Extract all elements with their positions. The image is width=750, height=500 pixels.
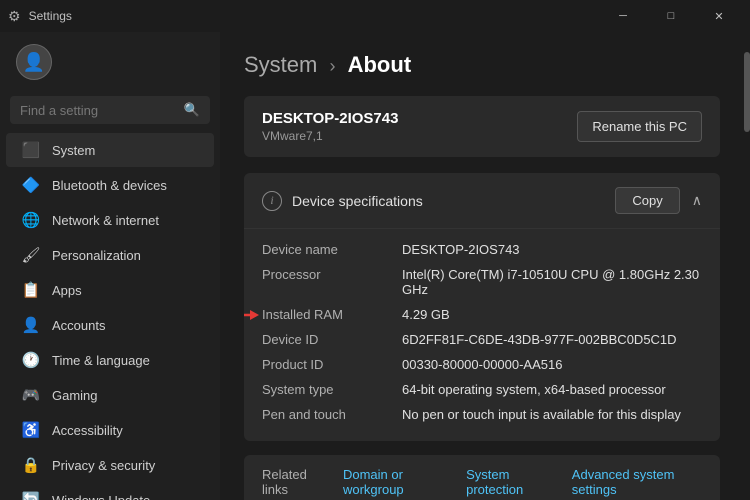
sidebar-item-bluetooth[interactable]: 🔷 Bluetooth & devices xyxy=(6,168,214,202)
related-links-row: Related links Domain or workgroup System … xyxy=(244,455,720,500)
update-icon: 🔄 xyxy=(22,491,40,500)
sidebar-item-apps[interactable]: 📋 Apps xyxy=(6,273,214,307)
rename-pc-button[interactable]: Rename this PC xyxy=(577,111,702,142)
breadcrumb: System › About xyxy=(244,52,720,78)
spec-value: Intel(R) Core(TM) i7-10510U CPU @ 1.80GH… xyxy=(402,267,702,297)
sidebar-item-network[interactable]: 🌐 Network & internet xyxy=(6,203,214,237)
spec-label: Product ID xyxy=(262,357,402,372)
breadcrumb-current: About xyxy=(348,52,412,77)
sidebar: 👤 🔍 ⬛ System 🔷 Bluetooth & devices 🌐 Net… xyxy=(0,32,220,500)
search-input[interactable] xyxy=(20,103,176,118)
scrollbar-thumb[interactable] xyxy=(744,52,750,132)
privacy-icon: 🔒 xyxy=(22,456,40,474)
spec-value: 4.29 GB xyxy=(402,307,702,322)
device-specs-header-right: Copy ∧ xyxy=(615,187,702,214)
spec-label: Device name xyxy=(262,242,402,257)
accessibility-icon: ♿ xyxy=(22,421,40,439)
minimize-button[interactable]: ─ xyxy=(600,0,646,32)
sidebar-item-label-bluetooth: Bluetooth & devices xyxy=(52,178,167,193)
sidebar-item-label-privacy: Privacy & security xyxy=(52,458,155,473)
personalization-icon: 🖌 xyxy=(22,246,40,264)
sidebar-item-label-gaming: Gaming xyxy=(52,388,98,403)
system-icon: ⬛ xyxy=(22,141,40,159)
titlebar-title: Settings xyxy=(29,9,72,23)
device-specs-title: Device specifications xyxy=(292,193,423,209)
spec-label: Pen and touch xyxy=(262,407,402,422)
close-button[interactable]: ✕ xyxy=(696,0,742,32)
spec-value: 64-bit operating system, x64-based proce… xyxy=(402,382,702,397)
breadcrumb-parent: System xyxy=(244,52,317,77)
sidebar-item-label-personalization: Personalization xyxy=(52,248,141,263)
sidebar-header: 👤 xyxy=(0,32,220,92)
scrollbar-track[interactable] xyxy=(744,32,750,500)
pc-info: DESKTOP-2IOS743 VMware7,1 xyxy=(262,110,398,143)
spec-label: System type xyxy=(262,382,402,397)
titlebar-left: ⚙ Settings xyxy=(8,8,72,25)
spec-row: System type 64-bit operating system, x64… xyxy=(262,377,702,402)
sidebar-item-label-system: System xyxy=(52,143,95,158)
sidebar-item-label-network: Network & internet xyxy=(52,213,159,228)
accounts-icon: 👤 xyxy=(22,316,40,334)
avatar[interactable]: 👤 xyxy=(16,44,52,80)
spec-row: Processor Intel(R) Core(TM) i7-10510U CP… xyxy=(262,262,702,302)
network-icon: 🌐 xyxy=(22,211,40,229)
related-links-list: Domain or workgroup System protection Adva… xyxy=(343,467,702,497)
time-icon: 🕐 xyxy=(22,351,40,369)
avatar-icon: 👤 xyxy=(23,52,45,73)
gaming-icon: 🎮 xyxy=(22,386,40,404)
spec-label: Processor xyxy=(262,267,402,297)
spec-value: 6D2FF81F-C6DE-43DB-977F-002BBC0D5C1D xyxy=(402,332,702,347)
sidebar-item-privacy[interactable]: 🔒 Privacy & security xyxy=(6,448,214,482)
bluetooth-icon: 🔷 xyxy=(22,176,40,194)
sidebar-item-time[interactable]: 🕐 Time & language xyxy=(6,343,214,377)
breadcrumb-separator: › xyxy=(329,56,335,76)
info-icon: i xyxy=(262,191,282,211)
main-content: System › About DESKTOP-2IOS743 VMware7,1… xyxy=(220,32,744,500)
sidebar-item-system[interactable]: ⬛ System xyxy=(6,133,214,167)
device-specs-table: Device name DESKTOP-2IOS743 Processor In… xyxy=(244,229,720,441)
sidebar-item-update[interactable]: 🔄 Windows Update xyxy=(6,483,214,500)
settings-icon: ⚙ xyxy=(8,8,21,25)
sidebar-item-gaming[interactable]: 🎮 Gaming xyxy=(6,378,214,412)
apps-icon: 📋 xyxy=(22,281,40,299)
sidebar-item-label-accessibility: Accessibility xyxy=(52,423,123,438)
app-body: 👤 🔍 ⬛ System 🔷 Bluetooth & devices 🌐 Net… xyxy=(0,32,750,500)
spec-value: DESKTOP-2IOS743 xyxy=(402,242,702,257)
sidebar-item-personalization[interactable]: 🖌 Personalization xyxy=(6,238,214,272)
sidebar-item-label-update: Windows Update xyxy=(52,493,150,500)
sidebar-item-accessibility[interactable]: ♿ Accessibility xyxy=(6,413,214,447)
related-link-advanced[interactable]: Advanced system settings xyxy=(572,467,702,497)
search-icon: 🔍 xyxy=(184,102,200,118)
spec-label: Installed RAM xyxy=(262,307,402,322)
spec-label: Device ID xyxy=(262,332,402,347)
maximize-button[interactable]: □ xyxy=(648,0,694,32)
related-link-domain[interactable]: Domain or workgroup xyxy=(343,467,450,497)
device-specs-copy-button[interactable]: Copy xyxy=(615,187,679,214)
search-box[interactable]: 🔍 xyxy=(10,96,210,124)
spec-value: No pen or touch input is available for t… xyxy=(402,407,702,422)
titlebar: ⚙ Settings ─ □ ✕ xyxy=(0,0,750,32)
device-specs-header-left: i Device specifications xyxy=(262,191,423,211)
spec-row: Product ID 00330-80000-00000-AA516 xyxy=(262,352,702,377)
device-specs-chevron[interactable]: ∧ xyxy=(692,192,702,209)
related-link-protection[interactable]: System protection xyxy=(466,467,556,497)
sidebar-item-label-apps: Apps xyxy=(52,283,82,298)
nav-list: ⬛ System 🔷 Bluetooth & devices 🌐 Network… xyxy=(0,132,220,500)
sidebar-item-label-accounts: Accounts xyxy=(52,318,105,333)
pc-card: DESKTOP-2IOS743 VMware7,1 Rename this PC xyxy=(244,96,720,157)
related-label: Related links xyxy=(262,467,327,497)
pc-name: DESKTOP-2IOS743 xyxy=(262,110,398,127)
sidebar-item-label-time: Time & language xyxy=(52,353,150,368)
spec-row: Device ID 6D2FF81F-C6DE-43DB-977F-002BBC… xyxy=(262,327,702,352)
spec-row: Installed RAM 4.29 GB xyxy=(262,302,702,327)
device-specs-card: i Device specifications Copy ∧ Device na… xyxy=(244,173,720,441)
spec-row: Pen and touch No pen or touch input is a… xyxy=(262,402,702,427)
pc-sub: VMware7,1 xyxy=(262,129,398,143)
device-specs-header: i Device specifications Copy ∧ xyxy=(244,173,720,229)
titlebar-controls: ─ □ ✕ xyxy=(600,0,742,32)
spec-row: Device name DESKTOP-2IOS743 xyxy=(262,237,702,262)
sidebar-item-accounts[interactable]: 👤 Accounts xyxy=(6,308,214,342)
spec-value: 00330-80000-00000-AA516 xyxy=(402,357,702,372)
